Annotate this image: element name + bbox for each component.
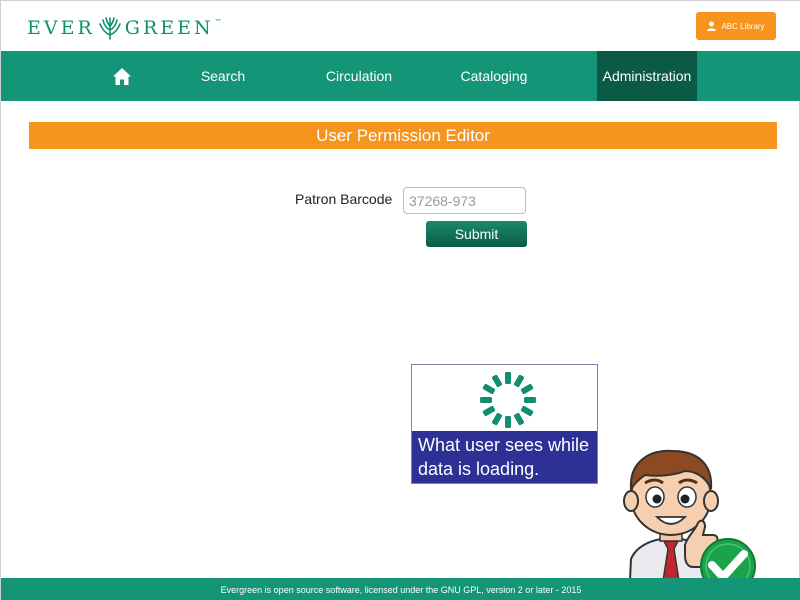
home-nav-button[interactable] [101, 51, 143, 101]
home-icon [113, 67, 131, 85]
app-header: EVER GREEN ™ ABC Library [1, 1, 800, 51]
evergreen-logo[interactable]: EVER GREEN ™ [27, 15, 222, 41]
page-title: User Permission Editor [29, 122, 777, 149]
thumbs-up-mascot-icon [623, 449, 756, 600]
library-account-button[interactable]: ABC Library [696, 12, 776, 40]
loading-indicator-panel: What user sees while data is loading. [411, 364, 598, 484]
loading-caption: What user sees while data is loading. [412, 431, 597, 483]
nav-item-circulation[interactable]: Circulation [309, 51, 409, 101]
nav-item-search[interactable]: Search [177, 51, 269, 101]
library-button-label: ABC Library [721, 21, 765, 31]
loading-spinner-icon [480, 372, 536, 428]
user-icon [707, 21, 717, 31]
logo-text-green: GREEN [124, 17, 214, 39]
logo-text-ever: EVER [27, 17, 95, 39]
nav-item-administration[interactable]: Administration [597, 51, 697, 101]
patron-barcode-input[interactable] [403, 187, 526, 214]
footer-license: Evergreen is open source software, licen… [1, 578, 800, 600]
trademark-symbol: ™ [214, 18, 222, 26]
leaf-logo-icon [98, 17, 121, 40]
patron-barcode-label: Patron Barcode [295, 191, 393, 207]
main-nav: Search Circulation Cataloging Administra… [1, 51, 800, 101]
nav-item-cataloging[interactable]: Cataloging [445, 51, 543, 101]
submit-button[interactable]: Submit [426, 221, 527, 247]
